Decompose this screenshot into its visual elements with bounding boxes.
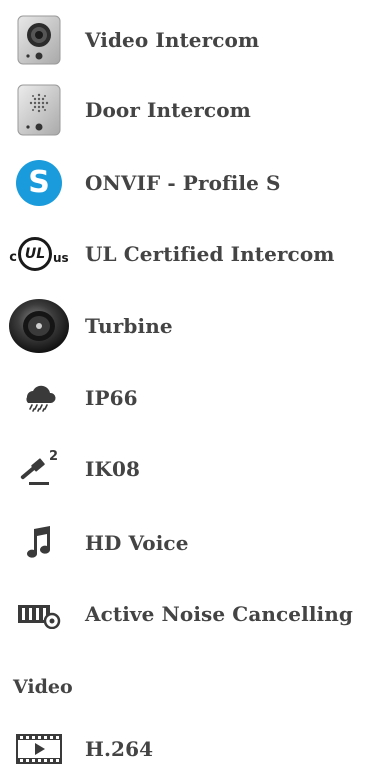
ul-us-mark: us	[53, 251, 69, 265]
ul-certified-icon: c UL us	[2, 226, 76, 282]
hammer-icon: 2	[8, 441, 70, 497]
feature-noise-cancelling: Active Noise Cancelling	[0, 586, 374, 642]
ul-mark-text: UL	[24, 246, 46, 262]
feature-label: Active Noise Cancelling	[85, 602, 353, 626]
feature-video-intercom: Video Intercom	[0, 12, 374, 68]
section-heading-video: Video	[13, 676, 73, 698]
ik-superscript: 2	[49, 449, 59, 464]
feature-label: IK08	[85, 457, 140, 481]
feature-turbine: Turbine	[0, 298, 374, 354]
feature-label: HD Voice	[85, 531, 189, 555]
feature-ul-certified: c UL us UL Certified Intercom	[0, 226, 374, 282]
door-intercom-icon	[8, 82, 70, 138]
turbine-icon	[8, 298, 70, 354]
feature-hd-voice: HD Voice	[0, 515, 374, 571]
feature-label: H.264	[85, 737, 154, 761]
music-note-icon	[8, 515, 70, 571]
feature-onvif: S ONVIF - Profile S	[0, 155, 374, 211]
feature-label: ONVIF - Profile S	[85, 171, 281, 195]
rain-cloud-icon	[8, 370, 70, 426]
ul-c-mark: c	[9, 250, 18, 265]
feature-label: UL Certified Intercom	[85, 242, 335, 266]
feature-label: Door Intercom	[85, 98, 251, 122]
feature-label: Video Intercom	[85, 28, 260, 52]
feature-ik08: 2 IK08	[0, 441, 374, 497]
feature-label: IP66	[85, 386, 138, 410]
feature-door-intercom: Door Intercom	[0, 82, 374, 138]
onvif-s-icon: S	[8, 155, 70, 211]
video-intercom-icon	[8, 12, 70, 68]
feature-label: Turbine	[85, 314, 173, 338]
onvif-letter: S	[28, 165, 50, 200]
feature-ip66: IP66	[0, 370, 374, 426]
noise-cancelling-icon	[8, 586, 70, 642]
